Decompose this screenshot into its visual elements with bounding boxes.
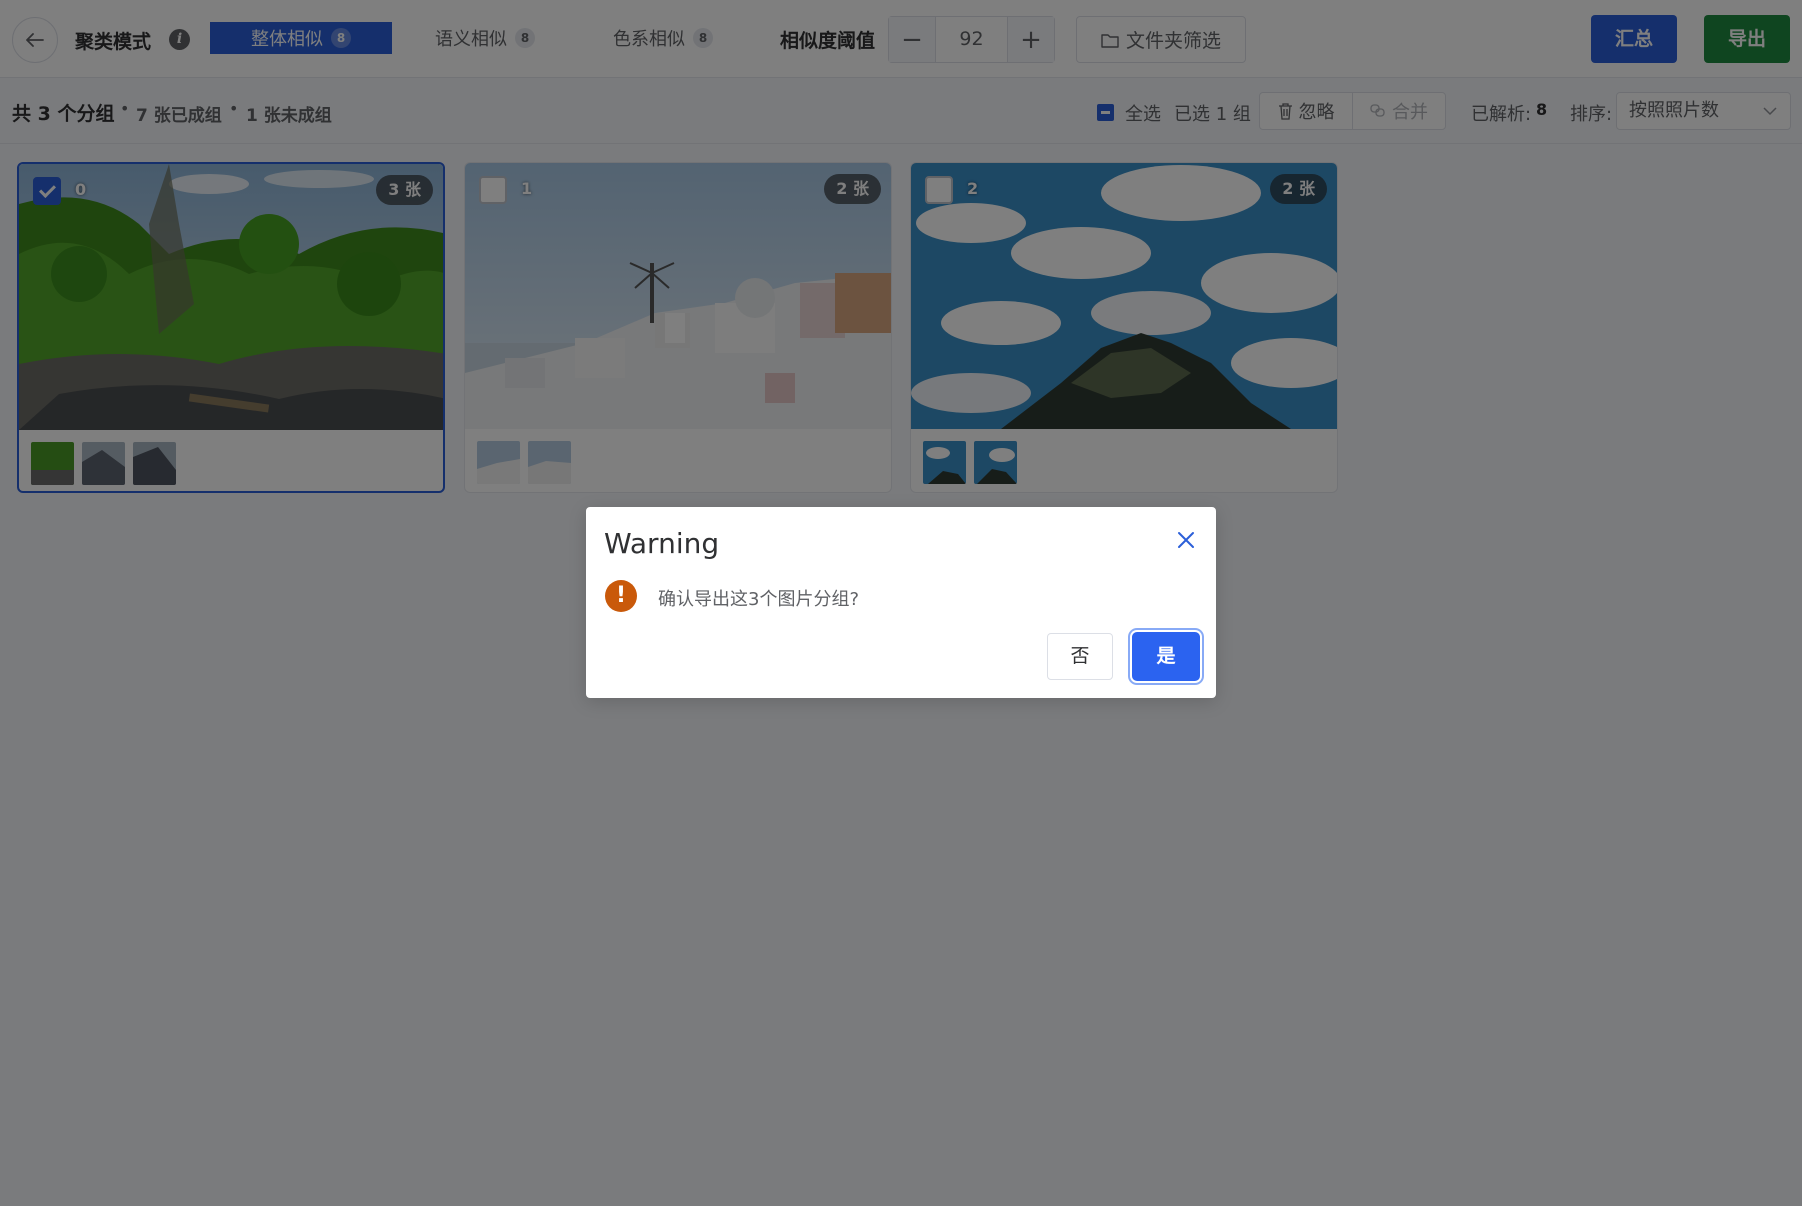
dialog-title: Warning bbox=[604, 527, 720, 560]
confirm-button[interactable]: 是 bbox=[1132, 632, 1200, 681]
dialog-message: 确认导出这3个图片分组? bbox=[658, 589, 860, 610]
cancel-button[interactable]: 否 bbox=[1047, 633, 1113, 680]
warning-dialog: Warning ! 确认导出这3个图片分组? 否 是 bbox=[586, 507, 1216, 698]
close-icon[interactable] bbox=[1176, 530, 1196, 550]
warning-icon: ! bbox=[605, 580, 637, 612]
